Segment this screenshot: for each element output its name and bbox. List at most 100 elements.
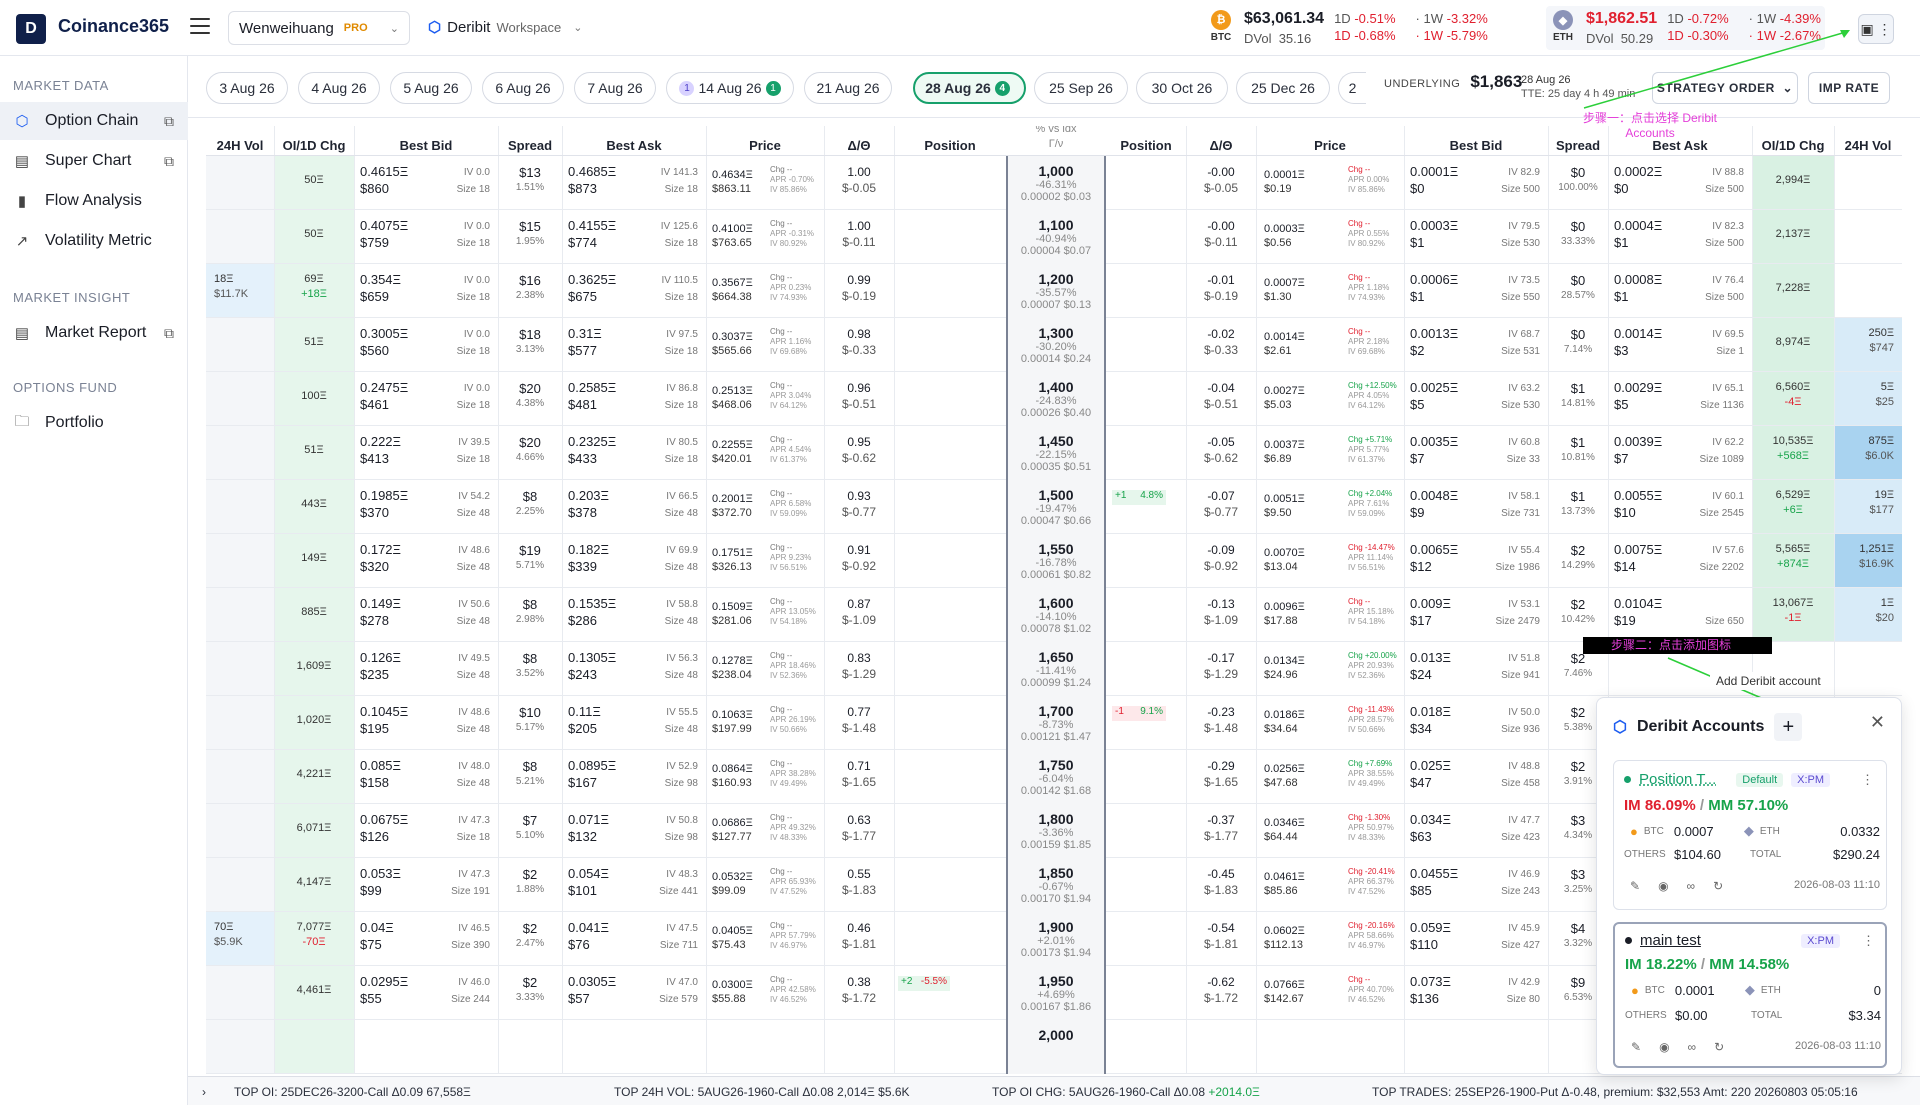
strike-cell[interactable]: 2,000 bbox=[1006, 1020, 1106, 1074]
call-best-bid-cell[interactable]: 0.1045Ξ $195 IV 48.6 Size 48 bbox=[354, 696, 498, 749]
put-best-ask-cell[interactable]: 0.0014Ξ $3 IV 69.5 Size 1 bbox=[1608, 318, 1752, 371]
column-header[interactable]: Price bbox=[1256, 138, 1404, 153]
column-header[interactable]: Best Bid bbox=[1404, 138, 1548, 153]
call-best-ask-cell[interactable]: 0.2585Ξ $481 IV 86.8 Size 18 bbox=[562, 372, 706, 425]
call-best-bid-cell[interactable]: 0.0295Ξ $55 IV 46.0 Size 244 bbox=[354, 966, 498, 1019]
wallet-icon[interactable]: ▣ ⋮ bbox=[1858, 14, 1894, 44]
account-selector[interactable]: Wenweihuang PRO ⌄ bbox=[228, 11, 410, 45]
call-best-ask-cell[interactable]: 0.3625Ξ $675 IV 110.5 Size 18 bbox=[562, 264, 706, 317]
column-header[interactable]: 24H Vol bbox=[1834, 138, 1902, 153]
put-best-bid-cell[interactable]: 0.009Ξ $17 IV 53.1 Size 2479 bbox=[1404, 588, 1548, 641]
call-best-ask-cell[interactable]: 0.11Ξ $205 IV 55.5 Size 48 bbox=[562, 696, 706, 749]
expiry-chip[interactable]: 5 Aug 26 bbox=[390, 72, 472, 104]
call-best-ask-cell[interactable]: 0.2325Ξ $433 IV 80.5 Size 18 bbox=[562, 426, 706, 479]
column-header[interactable]: OI/1D Chg bbox=[1752, 138, 1834, 153]
column-header[interactable]: 24H Vol bbox=[206, 138, 274, 153]
put-best-bid-cell[interactable]: 0.073Ξ $136 IV 42.9 Size 80 bbox=[1404, 966, 1548, 1019]
strike-cell[interactable]: 1,700 -8.73% 0.00121 $1.47 bbox=[1006, 696, 1106, 750]
refresh-icon[interactable]: ↻ bbox=[1714, 1040, 1724, 1054]
edit-icon[interactable]: ✎ bbox=[1631, 1040, 1641, 1054]
sidebar-item-flow-analysis[interactable]: ▮ Flow Analysis bbox=[0, 182, 188, 220]
workspace-selector[interactable]: ⬡ Deribit Workspace ⌄ bbox=[428, 18, 582, 37]
expiry-chip[interactable]: 30 Oct 26 bbox=[1136, 72, 1228, 104]
settings-icon[interactable]: ◉ bbox=[1658, 879, 1668, 893]
strike-cell[interactable]: 1,200 -35.57% 0.00007 $0.13 bbox=[1006, 264, 1106, 318]
call-best-bid-cell[interactable]: 0.172Ξ $320 IV 48.6 Size 48 bbox=[354, 534, 498, 587]
put-best-ask-cell[interactable]: 0.0004Ξ $1 IV 82.3 Size 500 bbox=[1608, 210, 1752, 263]
put-best-bid-cell[interactable]: 0.0065Ξ $12 IV 55.4 Size 1986 bbox=[1404, 534, 1548, 587]
call-best-ask-cell[interactable]: 0.071Ξ $132 IV 50.8 Size 98 bbox=[562, 804, 706, 857]
strike-cell[interactable]: 1,900 +2.01% 0.00173 $1.94 bbox=[1006, 912, 1106, 966]
sidebar-item-volatility-metric[interactable]: ↗ Volatility Metric bbox=[0, 222, 188, 260]
account-name[interactable]: main test bbox=[1640, 932, 1701, 949]
put-best-ask-cell[interactable]: 0.0029Ξ $5 IV 65.1 Size 1136 bbox=[1608, 372, 1752, 425]
account-card[interactable]: main test X:PM ⋮ IM 18.22% / MM 14.58% ●… bbox=[1613, 922, 1887, 1068]
settings-icon[interactable]: ◉ bbox=[1659, 1040, 1669, 1054]
put-best-ask-cell[interactable]: 0.0039Ξ $7 IV 62.2 Size 1089 bbox=[1608, 426, 1752, 479]
table-row[interactable]: 50Ξ 0.4615Ξ $860 IV 0.0 Size 18 $13 1.51% 0.468… bbox=[206, 156, 1902, 210]
edit-icon[interactable]: ✎ bbox=[1630, 879, 1640, 893]
more-icon[interactable]: ⋮ bbox=[1862, 933, 1875, 949]
refresh-icon[interactable]: ↻ bbox=[1713, 879, 1723, 893]
call-best-ask-cell[interactable]: 0.4155Ξ $774 IV 125.6 Size 18 bbox=[562, 210, 706, 263]
call-best-bid-cell[interactable]: 0.3005Ξ $560 IV 0.0 Size 18 bbox=[354, 318, 498, 371]
call-best-bid-cell[interactable]: 0.0675Ξ $126 IV 47.3 Size 18 bbox=[354, 804, 498, 857]
strike-cell[interactable]: 1,550 -16.78% 0.00061 $0.82 bbox=[1006, 534, 1106, 588]
column-header[interactable]: Δ/Θ bbox=[1186, 138, 1256, 153]
call-best-bid-cell[interactable]: 0.053Ξ $99 IV 47.3 Size 191 bbox=[354, 858, 498, 911]
put-best-ask-cell[interactable]: 0.0075Ξ $14 IV 57.6 Size 2202 bbox=[1608, 534, 1752, 587]
strike-cell[interactable]: 1,000 -46.31% 0.00002 $0.03 bbox=[1006, 156, 1106, 210]
expiry-chip-selected[interactable]: 28 Aug 26 4 bbox=[913, 72, 1026, 104]
column-header[interactable]: Δ/Θ bbox=[824, 138, 894, 153]
table-row[interactable]: 149Ξ 0.172Ξ $320 IV 48.6 Size 48 $19 5.71% 0.18… bbox=[206, 534, 1902, 588]
column-header[interactable]: Position bbox=[894, 138, 1006, 153]
table-row[interactable]: 51Ξ 0.222Ξ $413 IV 39.5 Size 18 $20 4.66% 0.232… bbox=[206, 426, 1902, 480]
put-best-bid-cell[interactable]: 0.059Ξ $110 IV 45.9 Size 427 bbox=[1404, 912, 1548, 965]
put-best-bid-cell[interactable]: 0.013Ξ $24 IV 51.8 Size 941 bbox=[1404, 642, 1548, 695]
put-best-bid-cell[interactable]: 0.0001Ξ $0 IV 82.9 Size 500 bbox=[1404, 156, 1548, 209]
expiry-chip[interactable]: 7 Aug 26 bbox=[574, 72, 656, 104]
strike-cell[interactable]: 1,400 -24.83% 0.00026 $0.40 bbox=[1006, 372, 1106, 426]
strike-cell[interactable]: 1,300 -30.20% 0.00014 $0.24 bbox=[1006, 318, 1106, 372]
put-best-bid-cell[interactable] bbox=[1404, 1020, 1548, 1073]
strike-cell[interactable]: 1,850 -0.67% 0.00170 $1.94 bbox=[1006, 858, 1106, 912]
call-best-bid-cell[interactable]: 0.149Ξ $278 IV 50.6 Size 48 bbox=[354, 588, 498, 641]
call-best-ask-cell[interactable]: 0.31Ξ $577 IV 97.5 Size 18 bbox=[562, 318, 706, 371]
sidebar-item-market-report[interactable]: ▤ Market Report ⧉ bbox=[0, 314, 188, 352]
expiry-chip[interactable]: 4 Aug 26 bbox=[298, 72, 380, 104]
expiry-chip[interactable]: 2 bbox=[1338, 72, 1366, 104]
account-card[interactable]: Position T... Default X:PM ⋮ IM 86.09% /… bbox=[1613, 760, 1887, 910]
menu-icon[interactable] bbox=[190, 18, 210, 34]
strike-cell[interactable]: 1,650 -11.41% 0.00099 $1.24 bbox=[1006, 642, 1106, 696]
call-best-ask-cell[interactable]: 0.203Ξ $378 IV 66.5 Size 48 bbox=[562, 480, 706, 533]
call-best-ask-cell[interactable]: 0.4685Ξ $873 IV 141.3 Size 18 bbox=[562, 156, 706, 209]
table-row[interactable]: 18Ξ $11.7K 69Ξ +18Ξ 0.354Ξ $659 IV 0.0 Size 18 $… bbox=[206, 264, 1902, 318]
call-best-bid-cell[interactable]: 0.04Ξ $75 IV 46.5 Size 390 bbox=[354, 912, 498, 965]
put-best-ask-cell[interactable]: 0.0008Ξ $1 IV 76.4 Size 500 bbox=[1608, 264, 1752, 317]
call-best-ask-cell[interactable]: 0.0895Ξ $167 IV 52.9 Size 98 bbox=[562, 750, 706, 803]
expiry-chip[interactable]: 25 Dec 26 bbox=[1236, 72, 1330, 104]
btc-ticker[interactable]: ₿ BTC $63,061.34 DVol 35.16 1D -0.51% 1D … bbox=[1208, 10, 1488, 46]
table-row[interactable]: 885Ξ 0.149Ξ $278 IV 50.6 Size 48 $8 2.98% 0.153… bbox=[206, 588, 1902, 642]
account-name[interactable]: Position T... bbox=[1639, 771, 1716, 788]
column-header[interactable]: OI/1D Chg bbox=[274, 138, 354, 153]
column-header[interactable]: Spread bbox=[498, 138, 562, 153]
table-row[interactable]: 100Ξ 0.2475Ξ $461 IV 0.0 Size 18 $20 4.38% 0.25… bbox=[206, 372, 1902, 426]
call-best-ask-cell[interactable]: 0.1535Ξ $286 IV 58.8 Size 48 bbox=[562, 588, 706, 641]
strike-cell[interactable]: 1,500 -19.47% 0.00047 $0.66 bbox=[1006, 480, 1106, 534]
expiry-chip[interactable]: 21 Aug 26 bbox=[804, 72, 892, 104]
put-best-bid-cell[interactable]: 0.0006Ξ $1 IV 73.5 Size 550 bbox=[1404, 264, 1548, 317]
expiry-chip[interactable]: 25 Sep 26 bbox=[1034, 72, 1128, 104]
put-best-ask-cell[interactable]: 0.0055Ξ $10 IV 60.1 Size 2545 bbox=[1608, 480, 1752, 533]
top-oi-chg[interactable]: TOP OI CHG: 5AUG26-1960-Call Δ0.08 +2014… bbox=[992, 1085, 1260, 1099]
link-icon[interactable]: ∞ bbox=[1687, 879, 1696, 893]
imp-rate-button[interactable]: IMP RATE bbox=[1808, 72, 1890, 104]
chevron-right-icon[interactable]: › bbox=[202, 1085, 206, 1099]
column-header[interactable]: Position bbox=[1106, 138, 1186, 153]
put-best-bid-cell[interactable]: 0.0025Ξ $5 IV 63.2 Size 530 bbox=[1404, 372, 1548, 425]
strike-cell[interactable]: 1,800 -3.36% 0.00159 $1.85 bbox=[1006, 804, 1106, 858]
put-best-bid-cell[interactable]: 0.0003Ξ $1 IV 79.5 Size 530 bbox=[1404, 210, 1548, 263]
expiry-chip[interactable]: 1 14 Aug 26 1 bbox=[666, 72, 794, 104]
call-best-bid-cell[interactable]: 0.354Ξ $659 IV 0.0 Size 18 bbox=[354, 264, 498, 317]
expiry-chip[interactable]: 6 Aug 26 bbox=[482, 72, 564, 104]
